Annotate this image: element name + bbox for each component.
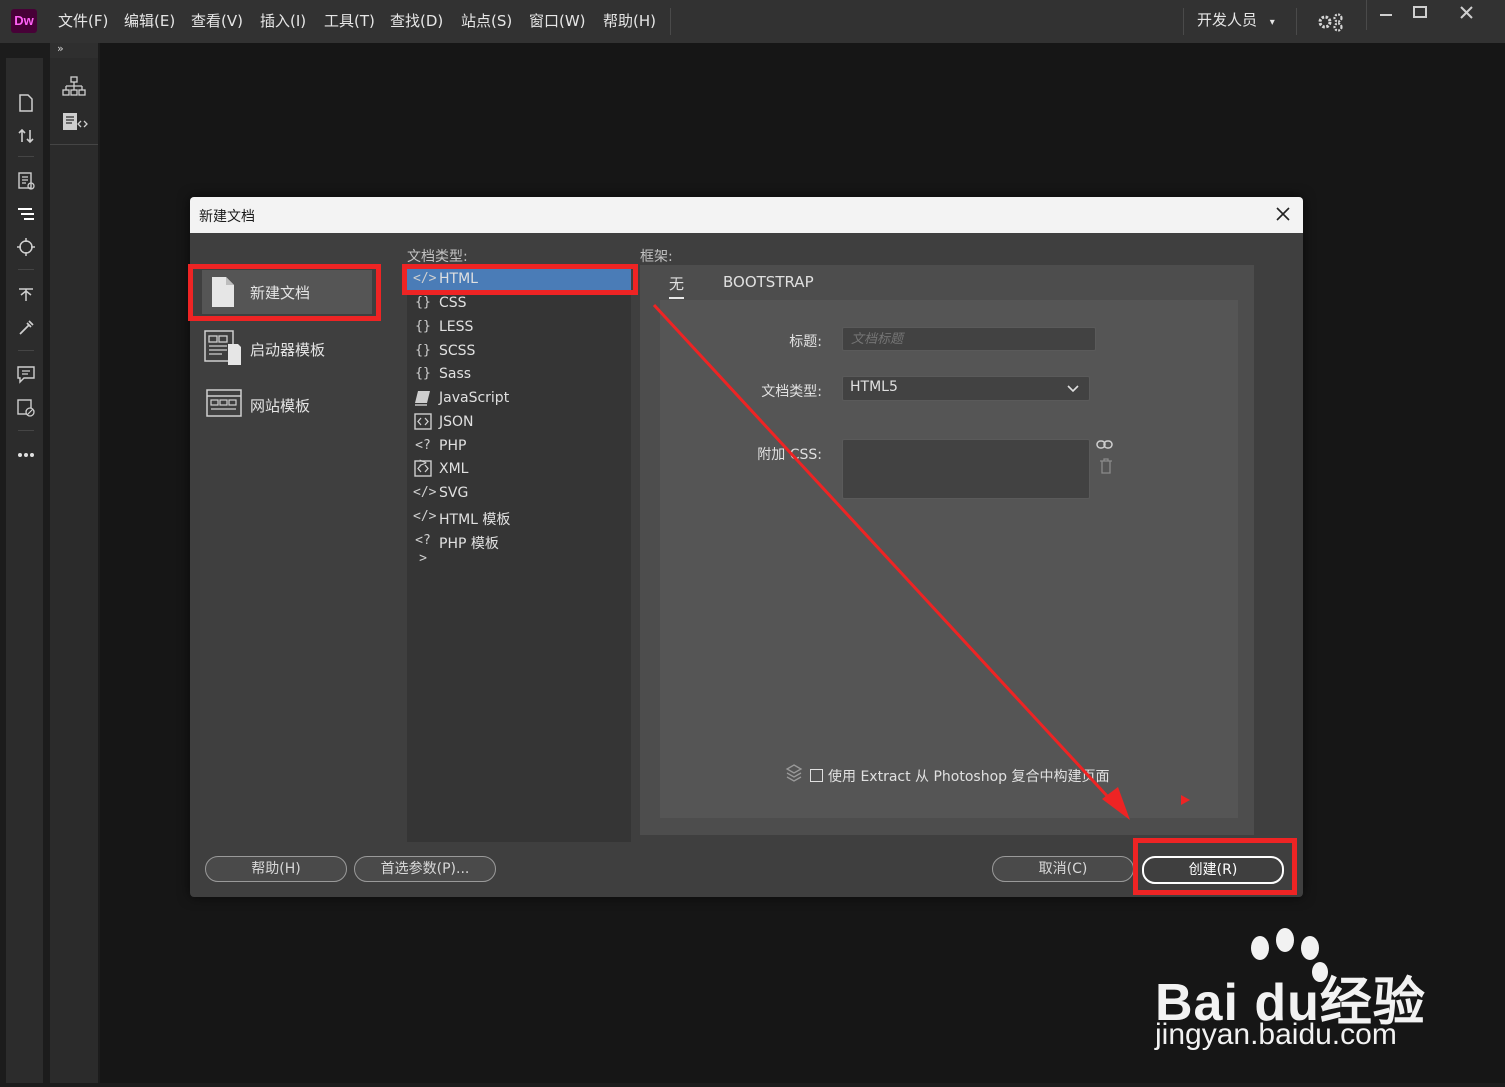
chevron-down-icon: ▾ xyxy=(1269,17,1275,28)
doc-type-php-template[interactable]: <?> PHP 模板 xyxy=(407,530,631,566)
dialog-title: 新建文档 xyxy=(199,209,255,225)
php-tag-icon: <?> xyxy=(415,438,431,471)
workspace-switcher[interactable]: 开发人员 ▾ xyxy=(1197,10,1275,30)
watermark-url: jingyan.baidu.com xyxy=(1155,1018,1397,1051)
preferences-button[interactable]: 首选参数(P)... xyxy=(354,856,496,882)
site-map-icon[interactable] xyxy=(62,76,86,98)
code-tag-icon: </> xyxy=(413,509,437,524)
align-tool-icon[interactable] xyxy=(16,284,36,304)
doc-type-sass[interactable]: {} Sass xyxy=(407,363,631,387)
live-view-icon[interactable] xyxy=(16,171,36,191)
doc-type-list[interactable]: </> HTML {} CSS {} LESS {} SCSS {} Sass … xyxy=(407,265,631,842)
menu-edit[interactable]: 编辑(E) xyxy=(124,11,175,31)
menu-view[interactable]: 查看(V) xyxy=(191,11,243,31)
doc-type-css[interactable]: {} CSS xyxy=(407,292,631,316)
menu-site[interactable]: 站点(S) xyxy=(461,11,512,31)
sync-settings-icon[interactable] xyxy=(1316,12,1348,32)
open-document-icon[interactable] xyxy=(16,93,36,113)
code-snippet-icon[interactable] xyxy=(62,112,88,134)
doc-type-label: CSS xyxy=(439,295,467,311)
doc-type-less[interactable]: {} LESS xyxy=(407,316,631,340)
category-starter-templates[interactable]: 启动器模板 xyxy=(202,327,372,371)
menu-tools[interactable]: 工具(T) xyxy=(324,11,375,31)
expand-panel-icon[interactable]: » xyxy=(57,42,64,55)
doc-type-javascript[interactable]: JavaScript xyxy=(407,387,631,411)
doc-type-scss[interactable]: {} SCSS xyxy=(407,340,631,364)
toolbar-divider xyxy=(50,144,98,145)
dialog-close-icon[interactable] xyxy=(1275,206,1291,222)
doc-type-label: XML xyxy=(439,461,469,477)
eyedropper-icon[interactable] xyxy=(16,318,36,338)
doc-type-html-template[interactable]: </> HTML 模板 xyxy=(407,506,631,530)
toolbar-divider xyxy=(18,430,34,431)
category-site-templates[interactable]: 网站模板 xyxy=(202,383,372,427)
close-icon[interactable] xyxy=(1456,4,1478,22)
doc-type-label: JavaScript xyxy=(439,390,510,406)
maximize-icon[interactable] xyxy=(1409,4,1431,22)
window-controls-divider xyxy=(1366,0,1367,30)
inspect-icon[interactable] xyxy=(16,237,36,257)
site-template-icon xyxy=(206,389,242,417)
doc-type-svg[interactable]: </> SVG xyxy=(407,482,631,506)
menu-window[interactable]: 窗口(W) xyxy=(529,11,586,31)
menu-help[interactable]: 帮助(H) xyxy=(603,11,656,31)
braces-icon: {} xyxy=(415,366,431,381)
xml-icon xyxy=(414,460,432,477)
toolbar-divider xyxy=(18,350,34,351)
more-icon[interactable] xyxy=(16,445,36,465)
menu-divider xyxy=(670,8,671,35)
braces-icon: {} xyxy=(415,295,431,310)
javascript-icon xyxy=(415,391,430,406)
category-label: 启动器模板 xyxy=(250,341,326,359)
php-tag-icon: <?> xyxy=(415,533,431,566)
doc-type-label: SCSS xyxy=(439,343,476,359)
panel-collapse-strip[interactable]: » xyxy=(50,42,98,58)
secondary-toolbar xyxy=(50,58,98,1083)
tab-bootstrap[interactable]: BOOTSTRAP xyxy=(723,273,814,291)
doc-type-label: SVG xyxy=(439,485,469,501)
doc-type-label: PHP 模板 xyxy=(439,536,499,552)
doc-type-xml[interactable]: XML xyxy=(407,458,631,482)
json-icon xyxy=(414,413,432,430)
dialog-title-bar: 新建文档 xyxy=(190,197,1303,233)
doc-type-label: LESS xyxy=(439,319,474,335)
annotation-box-html xyxy=(402,264,638,295)
starter-template-icon xyxy=(204,330,241,365)
framework-header: 框架: xyxy=(640,249,673,265)
doc-type-label: HTML 模板 xyxy=(439,512,511,528)
doc-type-label: JSON xyxy=(439,414,474,430)
annotation-box-new-document xyxy=(188,264,381,321)
braces-icon: {} xyxy=(415,343,431,358)
category-label: 网站模板 xyxy=(250,397,311,415)
menu-insert[interactable]: 插入(I) xyxy=(260,11,306,31)
workspace-label: 开发人员 xyxy=(1197,11,1258,29)
menu-find[interactable]: 查找(D) xyxy=(390,11,443,31)
toolbar-divider xyxy=(18,156,34,157)
validation-icon[interactable] xyxy=(16,398,36,418)
menu-file[interactable]: 文件(F) xyxy=(58,11,108,31)
annotation-arrow xyxy=(652,303,1190,820)
doc-type-label: Sass xyxy=(439,366,472,382)
minimize-icon[interactable] xyxy=(1375,4,1397,22)
code-tag-icon: </> xyxy=(413,485,437,500)
workspace-divider xyxy=(1183,8,1184,35)
doc-type-php[interactable]: <?> PHP xyxy=(407,435,631,471)
braces-icon: {} xyxy=(415,319,431,334)
comment-icon[interactable] xyxy=(16,364,36,384)
cancel-button[interactable]: 取消(C) xyxy=(992,856,1134,882)
menu-bar: Dw 文件(F) 编辑(E) 查看(V) 插入(I) 工具(T) 查找(D) 站… xyxy=(0,0,1505,43)
file-transfer-icon[interactable] xyxy=(16,126,36,146)
dom-panel-icon[interactable] xyxy=(16,204,36,224)
doc-type-header: 文档类型: xyxy=(407,249,468,265)
help-button[interactable]: 帮助(H) xyxy=(205,856,347,882)
left-toolbar xyxy=(6,58,43,1083)
doc-type-json[interactable]: JSON xyxy=(407,411,631,435)
dreamweaver-logo: Dw xyxy=(11,9,37,33)
toolbar-divider xyxy=(18,269,34,270)
doc-type-label: PHP xyxy=(439,438,467,454)
annotation-box-create xyxy=(1133,838,1297,895)
settings-divider xyxy=(1296,8,1297,35)
